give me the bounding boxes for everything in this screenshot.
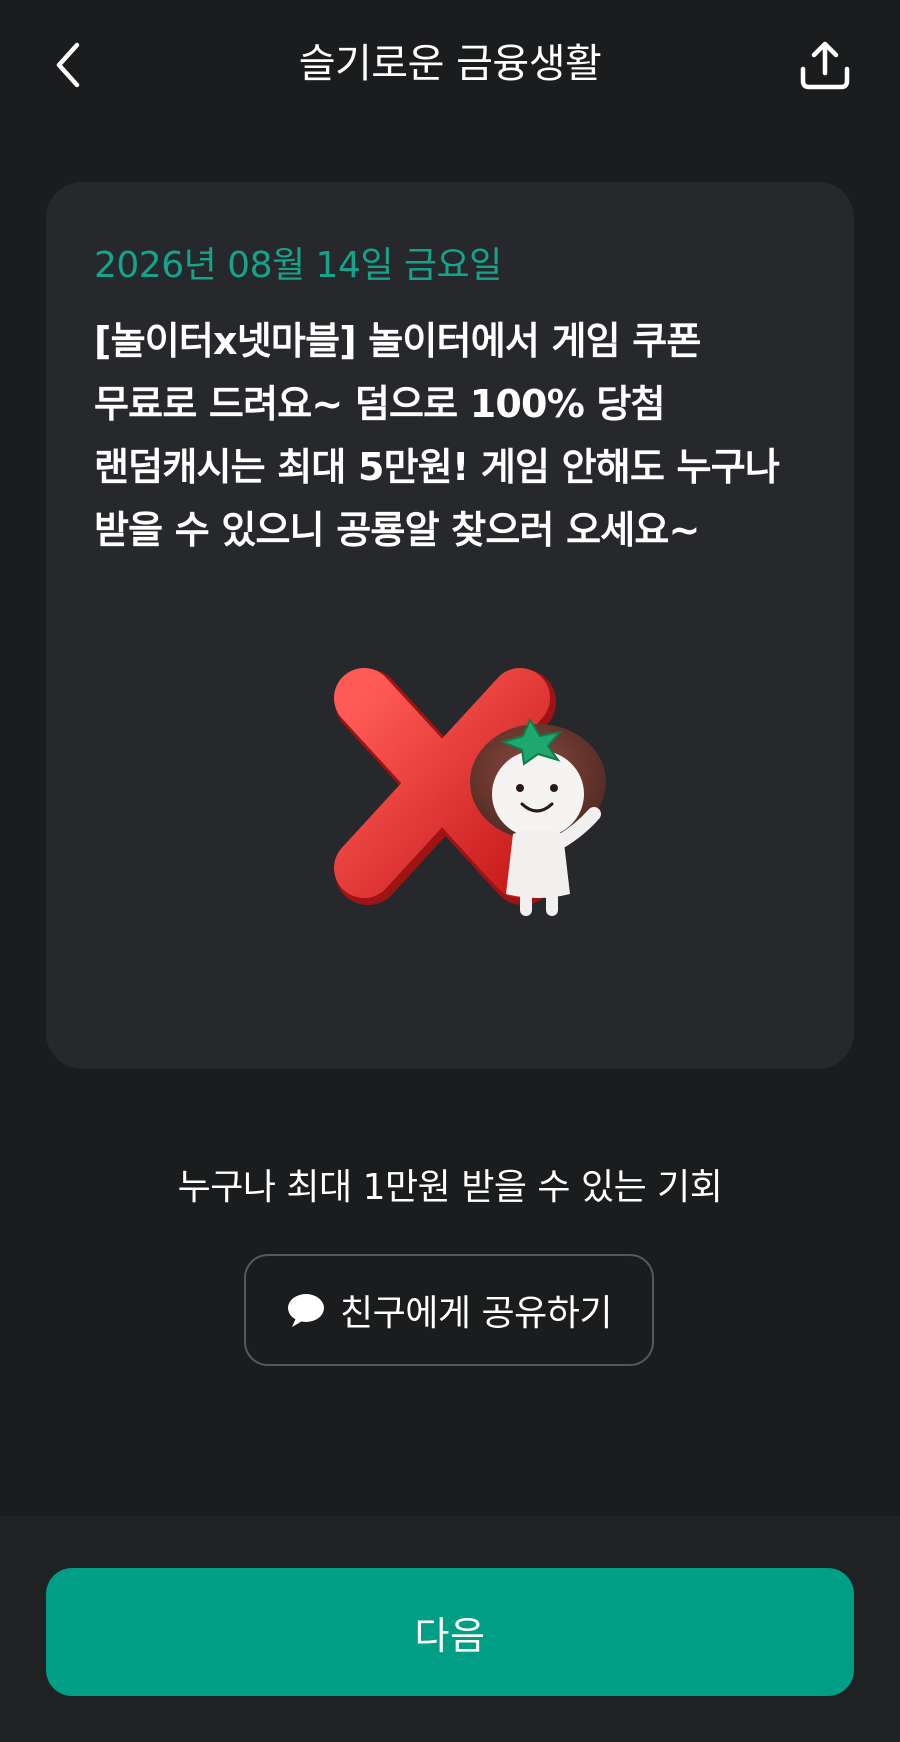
share-with-friend-label: 친구에게 공유하기 [340, 1293, 612, 1334]
top-bar: 슬기로운 금융생활 [0, 0, 900, 130]
share-button[interactable] [790, 34, 860, 98]
page-title: 슬기로운 금융생활 [298, 41, 602, 87]
next-button[interactable]: 다음 [46, 1568, 854, 1696]
card-date: 2026년 08월 14일 금요일 [94, 245, 502, 286]
back-button[interactable] [40, 30, 96, 100]
card-question-text: [놀이터x넷마블] 놀이터에서 게임 쿠폰 무료로 드려요~ 덤으로 100% … [94, 319, 780, 552]
promo-text: 누구나 최대 1만원 받을 수 있는 기회 [177, 1167, 723, 1208]
upload-share-icon [800, 41, 850, 90]
red-x-with-character-illustration [334, 668, 606, 916]
next-button-label: 다음 [414, 1613, 486, 1658]
quiz-card: 2026년 08월 14일 금요일 [놀이터x넷마블] 놀이터에서 게임 쿠폰 … [46, 182, 854, 1069]
share-with-friend-button[interactable]: 친구에게 공유하기 [244, 1254, 654, 1366]
speech-bubble-icon [288, 1294, 325, 1327]
bottom-action-bar: 다음 [0, 1516, 900, 1742]
chevron-left-icon [56, 42, 80, 88]
